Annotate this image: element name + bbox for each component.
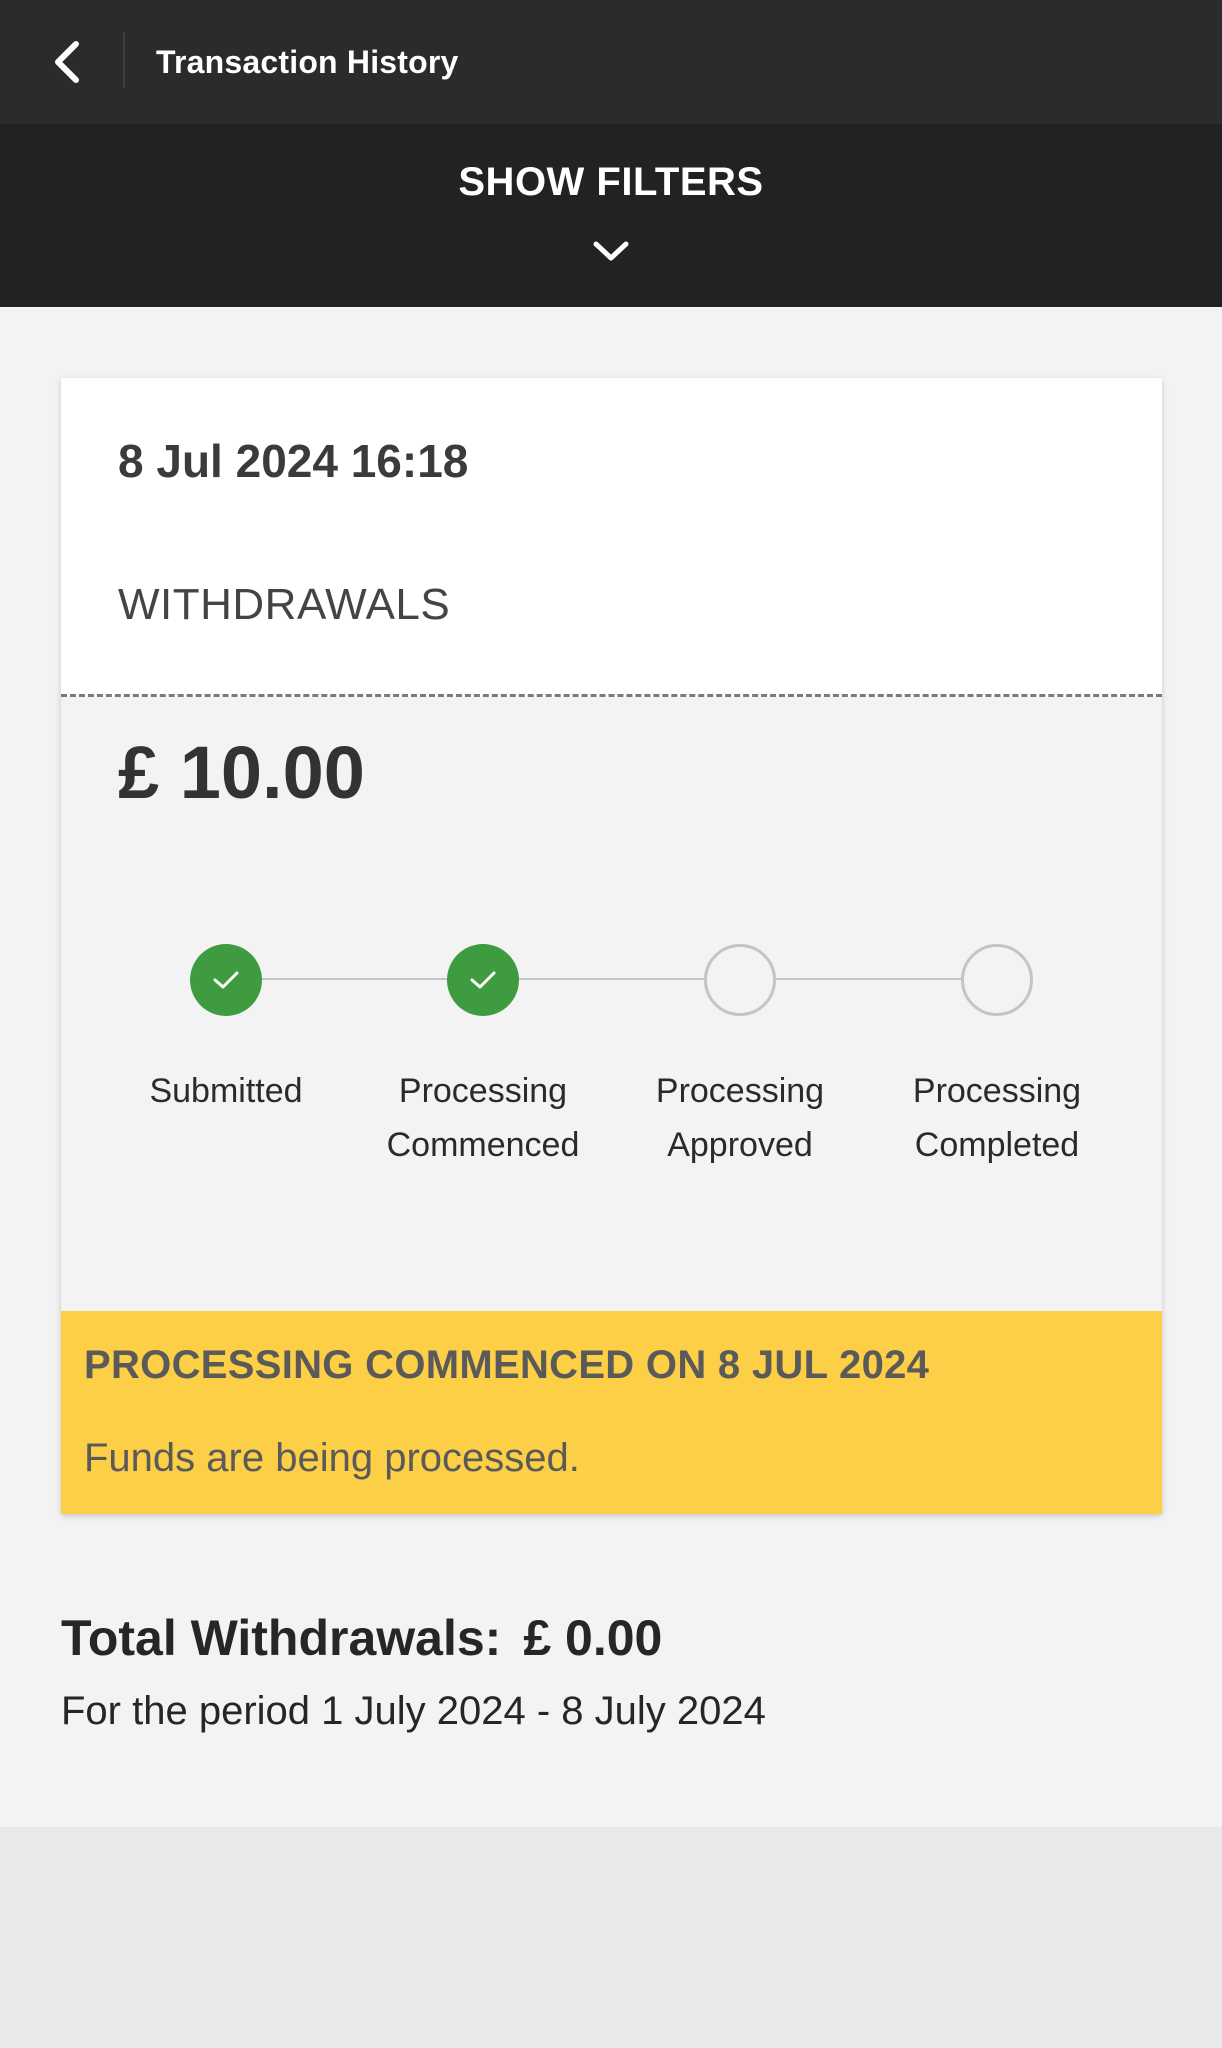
total-withdrawals: Total Withdrawals: £ 0.00	[61, 1609, 662, 1667]
top-bar: Transaction History	[0, 0, 1222, 124]
step-label-line: Commenced	[386, 1126, 580, 1164]
step-label-line: Approved	[667, 1126, 813, 1164]
total-withdrawals-amount: £ 0.00	[523, 1610, 663, 1666]
step-submitted-indicator	[190, 944, 262, 1016]
step-label-line: Submitted	[149, 1072, 303, 1110]
content-area: 8 Jul 2024 16:18 WITHDRAWALS £ 10.00 Sub…	[0, 307, 1222, 1827]
step-label-line: Completed	[914, 1126, 1080, 1164]
transaction-datetime: 8 Jul 2024 16:18	[118, 435, 469, 487]
status-banner: PROCESSING COMMENCED ON 8 JUL 2024 Funds…	[61, 1311, 1162, 1514]
step-commenced-indicator	[447, 944, 519, 1016]
step-label-line: Processing	[398, 1072, 568, 1110]
step-label-completed: Processing Completed	[877, 1064, 1117, 1172]
total-withdrawals-label: Total Withdrawals:	[61, 1610, 502, 1666]
show-filters-label: SHOW FILTERS	[458, 160, 764, 204]
step-label-submitted: Submitted	[106, 1064, 346, 1118]
step-label-line: Processing	[655, 1072, 825, 1110]
step-label-line: Processing	[912, 1072, 1082, 1110]
step-label-commenced: Processing Commenced	[363, 1064, 603, 1172]
period-text: For the period 1 July 2024 - 8 July 2024	[61, 1689, 766, 1733]
topbar-divider	[123, 32, 125, 88]
status-title: PROCESSING COMMENCED ON 8 JUL 2024	[84, 1343, 930, 1387]
checkmark-icon	[213, 971, 239, 989]
progress-track	[223, 978, 993, 980]
status-message: Funds are being processed.	[84, 1436, 580, 1480]
transaction-amount: £ 10.00	[118, 731, 365, 814]
back-button[interactable]	[28, 22, 108, 102]
transaction-card-header: 8 Jul 2024 16:18 WITHDRAWALS	[61, 378, 1162, 697]
show-filters-button[interactable]: SHOW FILTERS	[0, 124, 1222, 307]
chevron-down-icon	[593, 241, 629, 261]
checkmark-icon	[470, 971, 496, 989]
transaction-card[interactable]: 8 Jul 2024 16:18 WITHDRAWALS £ 10.00 Sub…	[61, 378, 1162, 1514]
step-completed-indicator	[961, 944, 1033, 1016]
page-title: Transaction History	[156, 44, 459, 80]
chevron-left-icon	[55, 41, 79, 83]
step-approved-indicator	[704, 944, 776, 1016]
step-label-approved: Processing Approved	[620, 1064, 860, 1172]
transaction-type: WITHDRAWALS	[118, 580, 451, 629]
